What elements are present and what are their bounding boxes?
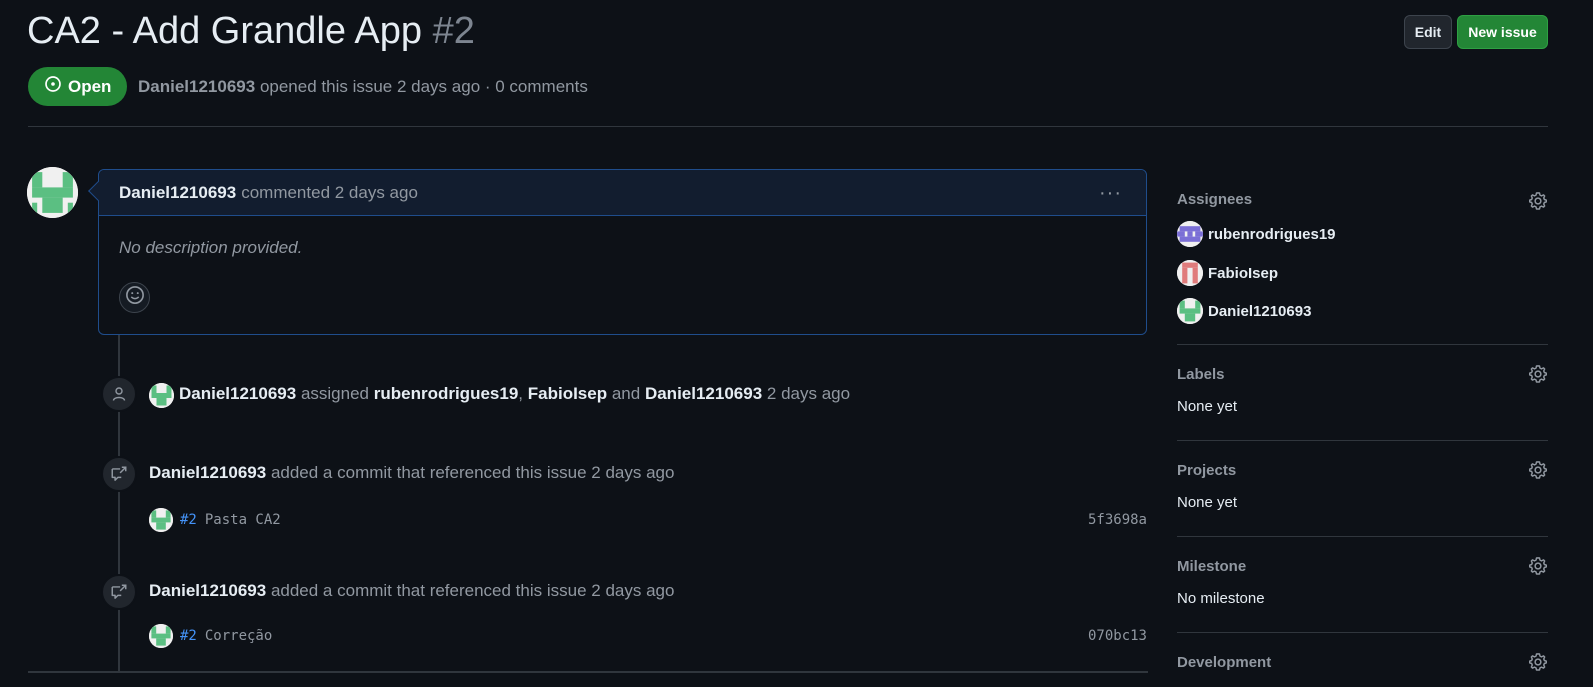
sidebar-divider	[1177, 632, 1548, 633]
assignee-avatar	[1177, 221, 1203, 247]
sidebar-divider	[1177, 344, 1548, 345]
milestone-heading: Milestone	[1177, 558, 1247, 575]
projects-heading: Projects	[1177, 462, 1237, 479]
assign-separator-2: and	[611, 384, 641, 403]
milestone-value: No milestone	[1177, 590, 1265, 607]
assign-verb: assigned	[300, 384, 369, 403]
comment-header: Daniel1210693 commented 2 days ago	[99, 170, 1146, 216]
comment-body: No description provided.	[119, 238, 303, 257]
sidebar-assignee[interactable]: rubenrodrigues19	[1177, 221, 1336, 247]
issue-title-text: CA2 - Add Grandle App	[27, 10, 423, 52]
cross-reference-icon	[101, 456, 137, 492]
commit-author-avatar[interactable]	[149, 508, 173, 532]
sidebar-milestone: Milestone No milestone	[1177, 556, 1548, 608]
assign-separator-1: ,	[518, 384, 524, 403]
assign-actor[interactable]: Daniel1210693	[179, 384, 296, 403]
sidebar-divider	[1177, 440, 1548, 441]
kebab-horizontal-icon[interactable]: ···	[1099, 182, 1122, 205]
new-issue-button[interactable]: New issue	[1457, 15, 1548, 49]
commit-event-actor[interactable]: Daniel1210693	[149, 581, 266, 600]
add-reaction-button[interactable]	[119, 282, 150, 313]
sidebar-divider	[1177, 536, 1548, 537]
assignee-link-3[interactable]: Daniel1210693	[645, 384, 762, 403]
commit-author-avatar[interactable]	[149, 624, 173, 648]
sidebar-assignee[interactable]: Daniel1210693	[1177, 298, 1311, 324]
person-icon	[101, 376, 137, 412]
commit-event-text: added a commit that referenced this issu…	[270, 463, 675, 482]
assignee-avatar	[1177, 260, 1203, 286]
timeline-bottom-divider	[28, 671, 1148, 673]
assign-time[interactable]: 2 days ago	[767, 384, 850, 403]
sidebar-development: Development	[1177, 652, 1548, 678]
gear-icon[interactable]	[1528, 364, 1548, 384]
gear-icon[interactable]	[1528, 460, 1548, 480]
cross-reference-icon	[101, 574, 137, 610]
comment-meta[interactable]: commented 2 days ago	[241, 183, 418, 203]
header-divider	[28, 126, 1548, 127]
projects-value: None yet	[1177, 494, 1238, 511]
labels-value: None yet	[1177, 398, 1238, 415]
commit-event: Daniel1210693 added a commit that refere…	[149, 463, 674, 483]
sidebar-assignee[interactable]: FabioIsep	[1177, 260, 1278, 286]
commit-event-actor[interactable]: Daniel1210693	[149, 463, 266, 482]
issue-author-link[interactable]: Daniel1210693	[138, 77, 255, 96]
commit-message[interactable]: Pasta CA2	[205, 512, 281, 528]
issue-comment: Daniel1210693 commented 2 days ago ··· N…	[88, 169, 1147, 335]
state-badge: Open	[28, 67, 127, 106]
issue-number: #2	[432, 10, 475, 52]
edit-button[interactable]: Edit	[1404, 15, 1452, 49]
issue-opened-icon	[44, 75, 62, 98]
labels-heading: Labels	[1177, 366, 1225, 383]
commit-row: #2 Correção 070bc13	[149, 623, 1147, 649]
sidebar-labels: Labels None yet	[1177, 364, 1548, 416]
assignee-link-2[interactable]: FabioIsep	[528, 384, 607, 403]
assign-actor-avatar[interactable]	[149, 383, 174, 408]
commit-issue-ref[interactable]: #2	[180, 512, 197, 528]
sidebar-projects: Projects None yet	[1177, 460, 1548, 512]
assignee-name: Daniel1210693	[1208, 302, 1312, 320]
assignee-avatar	[1177, 298, 1203, 324]
assignees-heading: Assignees	[1177, 191, 1253, 208]
assignee-name: rubenrodrigues19	[1208, 225, 1336, 243]
state-label: Open	[68, 76, 112, 96]
issue-opened-text: opened this issue 2 days ago · 0 comment…	[259, 77, 588, 96]
development-heading: Development	[1177, 654, 1272, 671]
sidebar-assignees-header: Assignees	[1177, 191, 1548, 213]
assignee-link-1[interactable]: rubenrodrigues19	[374, 384, 519, 403]
gear-icon[interactable]	[1528, 556, 1548, 576]
gear-icon[interactable]	[1528, 191, 1548, 211]
commit-row: #2 Pasta CA2 5f3698a	[149, 507, 1147, 533]
commit-sha[interactable]: 070bc13	[1088, 628, 1147, 644]
commit-sha[interactable]: 5f3698a	[1088, 512, 1147, 528]
assign-event: Daniel1210693 assigned rubenrodrigues19,…	[179, 384, 850, 404]
commit-issue-ref[interactable]: #2	[180, 628, 197, 644]
gear-icon[interactable]	[1528, 652, 1548, 672]
comment-author[interactable]: Daniel1210693	[119, 183, 236, 203]
comment-author-avatar[interactable]	[27, 167, 78, 218]
smiley-icon	[125, 285, 145, 310]
commit-event-text: added a commit that referenced this issu…	[270, 581, 675, 600]
issue-title: CA2 - Add Grandle App #2	[27, 10, 475, 53]
commit-message[interactable]: Correção	[205, 628, 272, 644]
commit-event: Daniel1210693 added a commit that refere…	[149, 581, 674, 601]
assignee-name: FabioIsep	[1208, 264, 1279, 282]
issue-meta: Daniel1210693 opened this issue 2 days a…	[138, 77, 588, 97]
